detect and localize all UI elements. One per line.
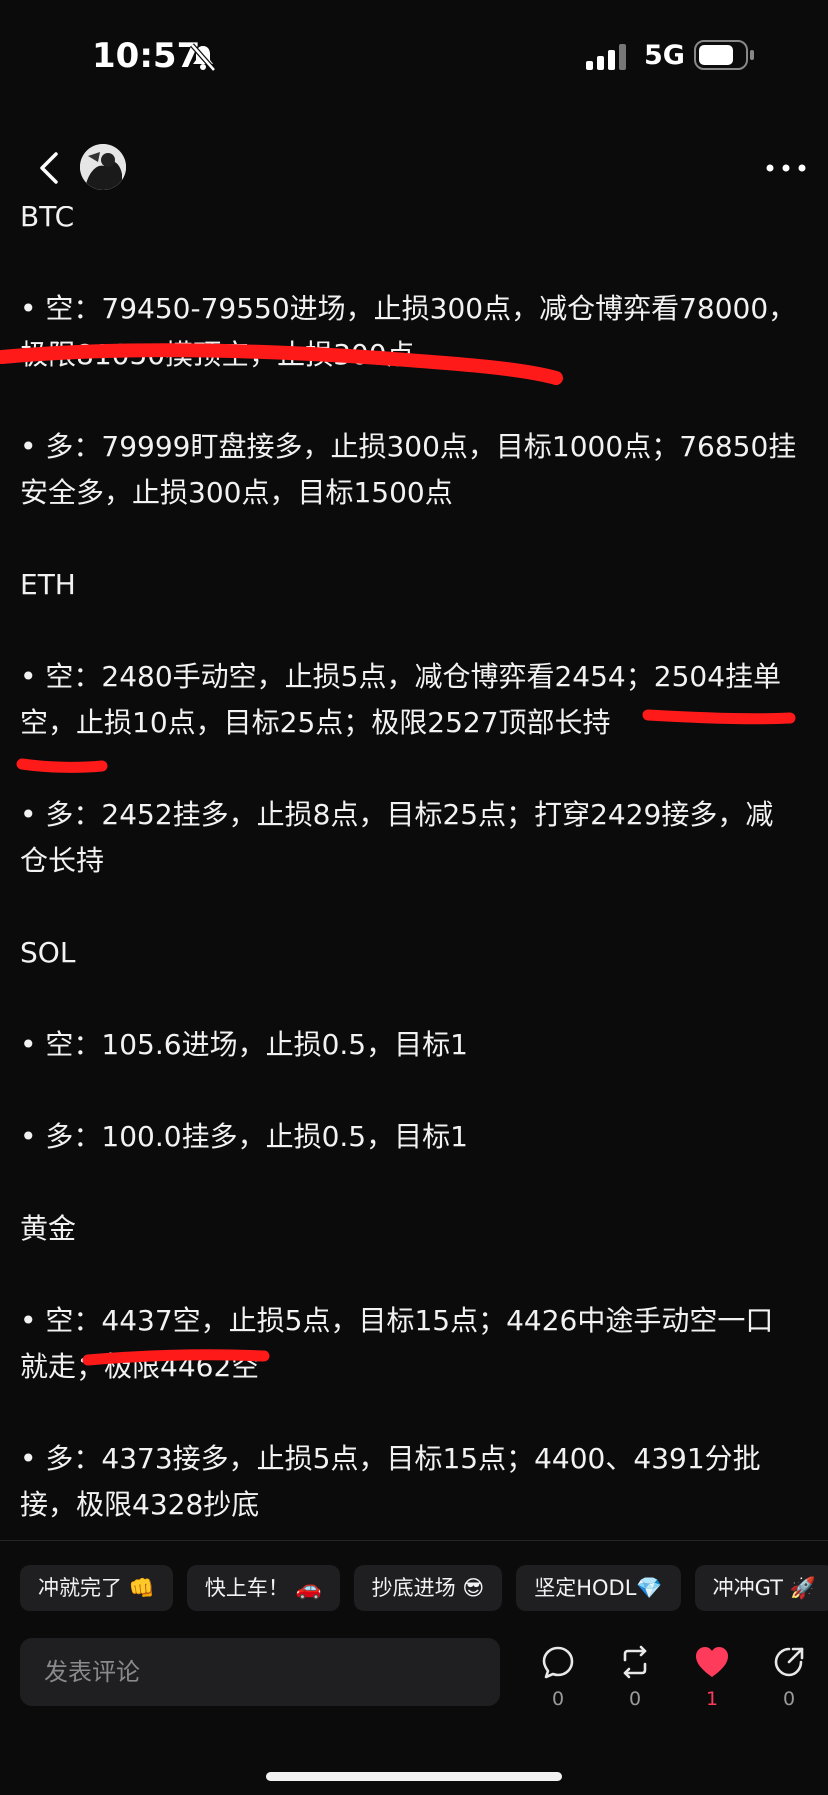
post-body: BTC • 空：79450-79550进场，止损300点，减仓博弈看78000，… xyxy=(20,206,800,1540)
quick-reply-bar: 冲就完了 👊 快上车！ 🚗 抄底进场 😎 坚定HODL💎 冲冲GT 🚀 xyxy=(20,1565,828,1611)
eth-long-line: • 多：2452挂多，止损8点，目标25点；打穿2429接多，减仓长持 xyxy=(20,798,774,877)
battery-icon xyxy=(694,40,754,70)
comment-input[interactable] xyxy=(20,1638,500,1706)
more-horizontal-icon[interactable] xyxy=(764,148,808,188)
like-button[interactable]: 1 xyxy=(682,1644,742,1724)
comment-count: 0 xyxy=(551,1688,565,1710)
share-count: 0 xyxy=(782,1688,796,1710)
home-indicator xyxy=(266,1772,562,1781)
section-heading-gold: 黄金 xyxy=(20,1212,77,1245)
share-icon xyxy=(774,1647,804,1677)
share-button[interactable]: 0 xyxy=(759,1644,819,1724)
sol-long-line: • 多：100.0挂多，止损0.5，目标1 xyxy=(20,1120,468,1153)
btc-short-line: • 空：79450-79550进场，止损300点，减仓博弈看78000，极限81… xyxy=(20,292,797,371)
signal-icon xyxy=(586,44,626,70)
status-time: 10:57 xyxy=(92,36,201,76)
repost-button[interactable]: 0 xyxy=(605,1644,665,1724)
section-heading-sol: SOL xyxy=(20,936,76,969)
btc-long-line: • 多：79999盯盘接多，止损300点，目标1000点；76850挂安全多，止… xyxy=(20,430,797,509)
repost-count: 0 xyxy=(628,1688,642,1710)
quick-reply-chip[interactable]: 冲就完了 👊 xyxy=(20,1565,173,1611)
avatar-image xyxy=(80,144,126,190)
quick-reply-chip[interactable]: 快上车！ 🚗 xyxy=(186,1565,340,1611)
gold-short-line: • 空：4437空，止损5点，目标15点；4426中途手动空一口就走；极限446… xyxy=(20,1304,774,1383)
status-bar: 10:57 5G xyxy=(0,0,828,110)
comment-button[interactable]: 0 xyxy=(528,1644,588,1724)
quick-reply-chip[interactable]: 抄底进场 😎 xyxy=(353,1565,503,1611)
heart-icon xyxy=(696,1647,728,1677)
chevron-left-icon[interactable] xyxy=(30,148,70,188)
sol-short-line: • 空：105.6进场，止损0.5，目标1 xyxy=(20,1028,468,1061)
bell-muted-icon xyxy=(190,43,216,72)
eth-short-line: • 空：2480手动空，止损5点，减仓博弈看2454；2504挂单空，止损10点… xyxy=(20,660,782,739)
quick-reply-chip[interactable]: 坚定HODL💎 xyxy=(516,1565,681,1611)
user-avatar[interactable] xyxy=(80,144,126,190)
section-heading-eth: ETH xyxy=(20,568,76,601)
divider xyxy=(0,1540,828,1541)
like-count: 1 xyxy=(705,1688,719,1710)
gold-long-line: • 多：4373接多，止损5点，目标15点；4400、4391分批接，极限432… xyxy=(20,1442,761,1521)
quick-reply-chip[interactable]: 冲冲GT 🚀 xyxy=(694,1565,828,1611)
network-type: 5G xyxy=(644,40,685,71)
repost-icon xyxy=(623,1645,647,1679)
section-heading-btc: BTC xyxy=(20,206,75,233)
nav-bar xyxy=(0,130,828,206)
comment-icon xyxy=(542,1646,574,1679)
post-content: BTC • 空：79450-79550进场，止损300点，减仓博弈看78000，… xyxy=(0,206,828,1540)
